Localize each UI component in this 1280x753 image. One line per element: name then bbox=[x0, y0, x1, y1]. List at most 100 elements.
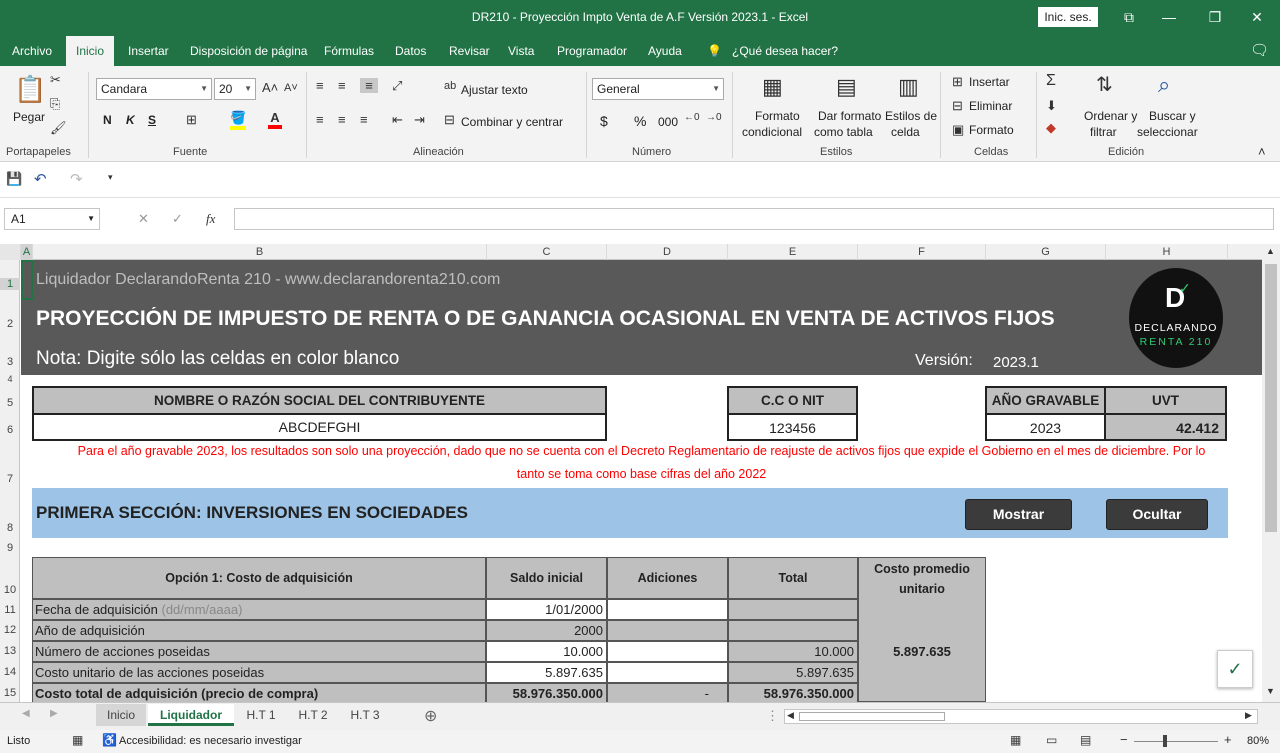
bold-button[interactable]: N bbox=[103, 113, 112, 127]
cell-styles-icon[interactable]: ▥ bbox=[898, 74, 919, 100]
autosum-icon[interactable]: Σ bbox=[1046, 72, 1056, 90]
column-header-b[interactable]: B bbox=[33, 244, 487, 260]
sheet-tab-liquidador[interactable]: Liquidador bbox=[148, 704, 234, 726]
unit-cost-input[interactable]: 5.897.635 bbox=[486, 662, 607, 683]
shares-adiciones-input[interactable] bbox=[607, 641, 728, 662]
minimize-icon[interactable]: — bbox=[1157, 6, 1181, 28]
align-center-icon[interactable]: ≡ bbox=[338, 112, 346, 127]
tab-programador[interactable]: Programador bbox=[557, 36, 627, 66]
tab-insertar[interactable]: Insertar bbox=[128, 36, 169, 66]
underline-button[interactable]: S bbox=[148, 113, 156, 127]
find-select-line2[interactable]: seleccionar bbox=[1137, 125, 1198, 139]
fill-color-icon[interactable]: 🪣 bbox=[230, 110, 246, 130]
clear-icon[interactable]: ◆ bbox=[1046, 120, 1056, 136]
tab-prev-icon[interactable]: ◀ bbox=[22, 708, 30, 719]
row-header[interactable]: 6 bbox=[0, 424, 20, 436]
customize-qat-icon[interactable]: ▾ bbox=[108, 172, 113, 183]
sheet-tab-inicio[interactable]: Inicio bbox=[96, 704, 146, 726]
sheet-tab-ht2[interactable]: H.T 2 bbox=[290, 704, 336, 726]
format-table-icon[interactable]: ▤ bbox=[836, 74, 857, 100]
column-header-g[interactable]: G bbox=[986, 244, 1106, 260]
sign-in-button[interactable]: Inic. ses. bbox=[1038, 7, 1098, 27]
row-header[interactable]: 12 bbox=[0, 624, 20, 636]
taxpayer-input[interactable]: ABCDEFGHI bbox=[32, 413, 607, 441]
sort-filter-line1[interactable]: Ordenar y bbox=[1084, 109, 1137, 123]
row-header[interactable]: 9 bbox=[0, 542, 20, 554]
cancel-formula-icon[interactable]: ✕ bbox=[138, 211, 149, 227]
collapse-ribbon-icon[interactable]: ˄ bbox=[1258, 144, 1266, 159]
scroll-right-icon[interactable]: ▶ bbox=[1245, 710, 1252, 721]
wrap-text-icon[interactable]: ab bbox=[444, 80, 456, 92]
decrease-decimal-icon[interactable]: →0 bbox=[706, 112, 722, 123]
increase-decimal-icon[interactable]: ←0 bbox=[684, 112, 700, 123]
accessibility-icon[interactable]: ♿ bbox=[102, 733, 117, 747]
insert-function-icon[interactable]: fx bbox=[206, 211, 215, 227]
find-select-line1[interactable]: Buscar y bbox=[1149, 109, 1196, 123]
tab-archivo[interactable]: Archivo bbox=[12, 36, 52, 66]
undo-icon[interactable]: ↶ bbox=[34, 170, 47, 188]
cell-styles-line2[interactable]: celda bbox=[891, 125, 920, 139]
shares-input[interactable]: 10.000 bbox=[486, 641, 607, 662]
align-bottom-icon[interactable]: ≡ bbox=[360, 78, 378, 93]
date-input[interactable]: 1/01/2000 bbox=[486, 599, 607, 620]
number-format-select[interactable]: General ▼ bbox=[592, 78, 724, 100]
format-cells-button[interactable]: Formato bbox=[969, 123, 1014, 137]
active-cell-a1[interactable] bbox=[21, 260, 33, 300]
show-button[interactable]: Mostrar bbox=[965, 499, 1072, 530]
cell-styles-line1[interactable]: Estilos de bbox=[885, 109, 937, 123]
zoom-level[interactable]: 80% bbox=[1247, 735, 1269, 747]
orientation-icon[interactable]: ⤢ bbox=[392, 78, 402, 94]
add-sheet-icon[interactable]: ⊕ bbox=[424, 706, 437, 726]
sheet-tab-ht3[interactable]: H.T 3 bbox=[342, 704, 388, 726]
name-box[interactable]: A1 ▼ bbox=[4, 208, 100, 230]
adiciones-input[interactable] bbox=[607, 599, 728, 620]
worksheet-grid[interactable]: Liquidador DeclarandoRenta 210 - www.dec… bbox=[21, 260, 1262, 702]
find-icon[interactable]: ⌕ bbox=[1158, 72, 1170, 98]
row-header[interactable]: 2 bbox=[0, 318, 20, 330]
wrap-text-button[interactable]: Ajustar texto bbox=[461, 83, 528, 97]
align-top-icon[interactable]: ≡ bbox=[316, 78, 324, 93]
row-header[interactable]: 14 bbox=[0, 666, 20, 678]
borders-icon[interactable]: ⊞ bbox=[186, 112, 197, 128]
paste-button[interactable]: Pegar bbox=[13, 110, 45, 124]
vertical-scrollbar[interactable]: ▲ ▼ bbox=[1262, 244, 1280, 702]
format-table-line2[interactable]: como tabla bbox=[814, 125, 873, 139]
delete-cells-icon[interactable]: ⊟ bbox=[952, 98, 963, 114]
row-header[interactable]: 7 bbox=[0, 473, 20, 485]
increase-indent-icon[interactable]: ⇥ bbox=[414, 112, 425, 128]
merge-center-button[interactable]: Combinar y centrar bbox=[461, 115, 563, 129]
sort-filter-icon[interactable]: ⇅ bbox=[1096, 72, 1113, 97]
formula-input[interactable] bbox=[234, 208, 1274, 230]
unit-cost-adiciones-input[interactable] bbox=[607, 662, 728, 683]
zoom-slider-thumb[interactable] bbox=[1163, 735, 1167, 747]
check-icon[interactable]: ✓ bbox=[1217, 650, 1253, 688]
column-header-e[interactable]: E bbox=[728, 244, 858, 260]
row-header[interactable]: 10 bbox=[0, 584, 20, 596]
tell-me-search[interactable]: ¿Qué desea hacer? bbox=[732, 36, 838, 66]
page-layout-icon[interactable]: ▭ bbox=[1046, 733, 1057, 747]
comments-icon[interactable]: 🗨 bbox=[1250, 36, 1269, 66]
enter-formula-icon[interactable]: ✓ bbox=[172, 211, 183, 227]
nit-input[interactable]: 123456 bbox=[727, 413, 858, 441]
tab-datos[interactable]: Datos bbox=[395, 36, 426, 66]
tab-vista[interactable]: Vista bbox=[508, 36, 534, 66]
row-header[interactable]: 1 bbox=[0, 278, 20, 290]
align-left-icon[interactable]: ≡ bbox=[316, 112, 324, 127]
tab-disposicion[interactable]: Disposición de página bbox=[190, 36, 307, 66]
format-cells-icon[interactable]: ▣ bbox=[952, 122, 964, 138]
column-header-a[interactable]: A bbox=[21, 244, 33, 260]
tab-ayuda[interactable]: Ayuda bbox=[648, 36, 682, 66]
tab-next-icon[interactable]: ▶ bbox=[50, 708, 58, 719]
percent-button[interactable]: % bbox=[634, 113, 646, 129]
hscroll-thumb[interactable] bbox=[799, 712, 945, 721]
scroll-up-icon[interactable]: ▲ bbox=[1266, 246, 1275, 256]
thousands-button[interactable]: 000 bbox=[658, 115, 678, 129]
cut-icon[interactable]: ✂ bbox=[50, 72, 61, 88]
increase-font-icon[interactable]: A˄ bbox=[262, 80, 278, 95]
format-painter-icon[interactable]: 🖌 bbox=[50, 120, 67, 136]
merge-icon[interactable]: ⊟ bbox=[444, 112, 455, 128]
conditional-format-line1[interactable]: Formato bbox=[755, 109, 800, 123]
zoom-in-icon[interactable]: + bbox=[1224, 732, 1232, 747]
conditional-format-line2[interactable]: condicional bbox=[742, 125, 802, 139]
zoom-out-icon[interactable]: − bbox=[1120, 732, 1128, 747]
